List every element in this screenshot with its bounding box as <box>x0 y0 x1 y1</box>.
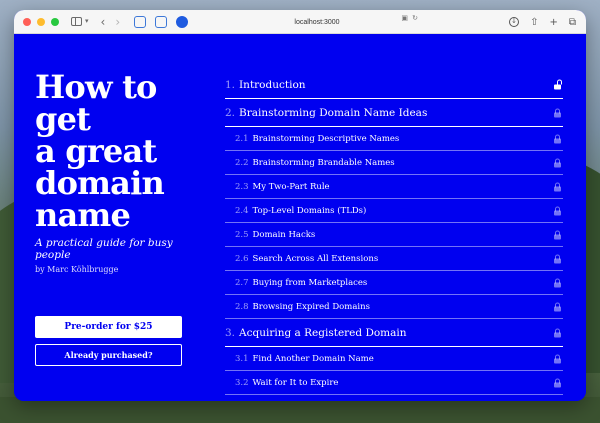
lock-icon <box>554 254 561 263</box>
unlock-icon <box>554 79 562 89</box>
translate-icon[interactable]: ▣ <box>401 14 408 22</box>
book-landing-page: How to get a great domain name A practic… <box>14 34 586 401</box>
toc-number: 2.2 <box>235 157 249 168</box>
close-window-button[interactable] <box>23 17 31 26</box>
toc-title: Buying from Marketplaces <box>252 277 368 288</box>
lock-icon <box>554 108 561 117</box>
table-of-contents: 1. Introduction 2. Brainstorming Domain Nam… <box>225 71 563 395</box>
toc-title: Brainstorming Domain Name Ideas <box>239 106 428 119</box>
extension-icon[interactable] <box>176 15 189 28</box>
toc-section-row[interactable]: 2.5 Domain Hacks <box>225 223 563 247</box>
toc-section-row[interactable]: 3.2 Wait for It to Expire <box>225 371 563 395</box>
toc-number: 1. <box>225 78 236 91</box>
toc-title: Search Across All Extensions <box>252 253 379 264</box>
toc-section-row[interactable]: 2.7 Buying from Marketplaces <box>225 271 563 295</box>
already-purchased-button[interactable]: Already purchased? <box>35 344 182 366</box>
lock-icon <box>554 206 561 215</box>
lock-icon <box>554 158 561 167</box>
toc-title: Browsing Expired Domains <box>252 301 370 312</box>
lock-icon <box>554 230 561 239</box>
preorder-button[interactable]: Pre-order for $25 <box>35 316 182 338</box>
toc-section-row[interactable]: 2.6 Search Across All Extensions <box>225 247 563 271</box>
new-tab-icon[interactable]: + <box>549 17 557 28</box>
toc-number: 2.6 <box>235 253 249 264</box>
back-icon[interactable]: ‹ <box>101 16 106 28</box>
book-info: How to get a great domain name A practic… <box>35 34 185 274</box>
lock-body <box>554 234 561 239</box>
toc-number: 2.7 <box>235 277 249 288</box>
minimize-window-button[interactable] <box>37 17 45 26</box>
chevron-down-icon[interactable]: ▾ <box>85 18 89 25</box>
address-text: localhost:3000 <box>294 18 340 26</box>
toc-number: 2. <box>225 106 236 119</box>
window-controls <box>23 17 59 26</box>
toc-title: Find Another Domain Name <box>252 353 374 364</box>
zoom-window-button[interactable] <box>51 17 59 26</box>
toc-number: 3.2 <box>235 377 249 388</box>
toc-number: 2.1 <box>235 133 249 144</box>
toc-title: Wait for It to Expire <box>252 377 339 388</box>
title-line: How to get <box>35 68 157 138</box>
book-subtitle: A practical guide for busy people <box>35 237 173 261</box>
lock-icon <box>554 302 561 311</box>
toc-number: 3.1 <box>235 353 249 364</box>
lock-body <box>554 162 561 167</box>
lock-body <box>554 332 561 337</box>
lock-icon <box>554 134 561 143</box>
toc-title: Introduction <box>239 78 306 91</box>
toc-section-row[interactable]: 2.4 Top-Level Domains (TLDs) <box>225 199 563 223</box>
toc-chapter-row[interactable]: 1. Introduction <box>225 71 563 99</box>
toc-title: Acquiring a Registered Domain <box>239 326 407 339</box>
lock-body <box>554 84 561 89</box>
toc-title: Top-Level Domains (TLDs) <box>252 205 367 216</box>
toc-section-row[interactable]: 2.3 My Two-Part Rule <box>225 175 563 199</box>
tabs-icon[interactable]: ⧉ <box>569 17 576 28</box>
lock-body <box>554 382 561 387</box>
browser-window: ▾ ‹ › localhost:3000 ▣ ↻ ↓ ⇧ + ⧉ How to … <box>14 10 586 401</box>
lock-icon <box>554 182 561 191</box>
toc-section-row[interactable]: 2.1 Brainstorming Descriptive Names <box>225 127 563 151</box>
toc-number: 2.3 <box>235 181 249 192</box>
toc-title: Brainstorming Descriptive Names <box>252 133 400 144</box>
lock-body <box>554 112 561 117</box>
lock-icon <box>554 378 561 387</box>
browser-toolbar: ▾ ‹ › localhost:3000 ▣ ↻ ↓ ⇧ + ⧉ <box>14 10 586 34</box>
lock-icon <box>554 328 561 337</box>
lock-body <box>554 210 561 215</box>
toolbar-right-actions: ↓ ⇧ + ⧉ <box>509 10 576 34</box>
lock-icon <box>554 278 561 287</box>
book-author: by Marc Köhlbrugge <box>35 265 119 274</box>
toc-section-row[interactable]: 3.1 Find Another Domain Name <box>225 347 563 371</box>
lock-body <box>554 186 561 191</box>
toc-number: 2.5 <box>235 229 249 240</box>
toc-number: 2.8 <box>235 301 249 312</box>
book-title: How to get a great domain name <box>35 71 185 231</box>
toc-title: Brainstorming Brandable Names <box>252 157 395 168</box>
toc-section-row[interactable]: 2.2 Brainstorming Brandable Names <box>225 151 563 175</box>
lock-body <box>554 138 561 143</box>
toc-section-row[interactable]: 2.8 Browsing Expired Domains <box>225 295 563 319</box>
lock-body <box>554 306 561 311</box>
toc-title: Domain Hacks <box>252 229 316 240</box>
download-icon[interactable]: ↓ <box>509 17 520 27</box>
toc-number: 3. <box>225 326 236 339</box>
reload-icon[interactable]: ↻ <box>412 14 418 22</box>
address-bar[interactable]: localhost:3000 <box>200 14 434 30</box>
extension-icon[interactable] <box>134 15 147 28</box>
lock-icon <box>554 354 561 363</box>
forward-icon[interactable]: › <box>115 16 120 28</box>
toc-title: My Two-Part Rule <box>252 181 330 192</box>
lock-body <box>554 282 561 287</box>
lock-body <box>554 358 561 363</box>
title-line: name <box>35 196 131 234</box>
toc-chapter-row[interactable]: 3. Acquiring a Registered Domain <box>225 319 563 347</box>
sidebar-icon[interactable] <box>71 17 82 26</box>
toc-number: 2.4 <box>235 205 249 216</box>
lock-body <box>554 258 561 263</box>
share-icon[interactable]: ⇧ <box>530 17 538 28</box>
toc-chapter-row[interactable]: 2. Brainstorming Domain Name Ideas <box>225 99 563 127</box>
extension-icon[interactable] <box>155 15 168 28</box>
